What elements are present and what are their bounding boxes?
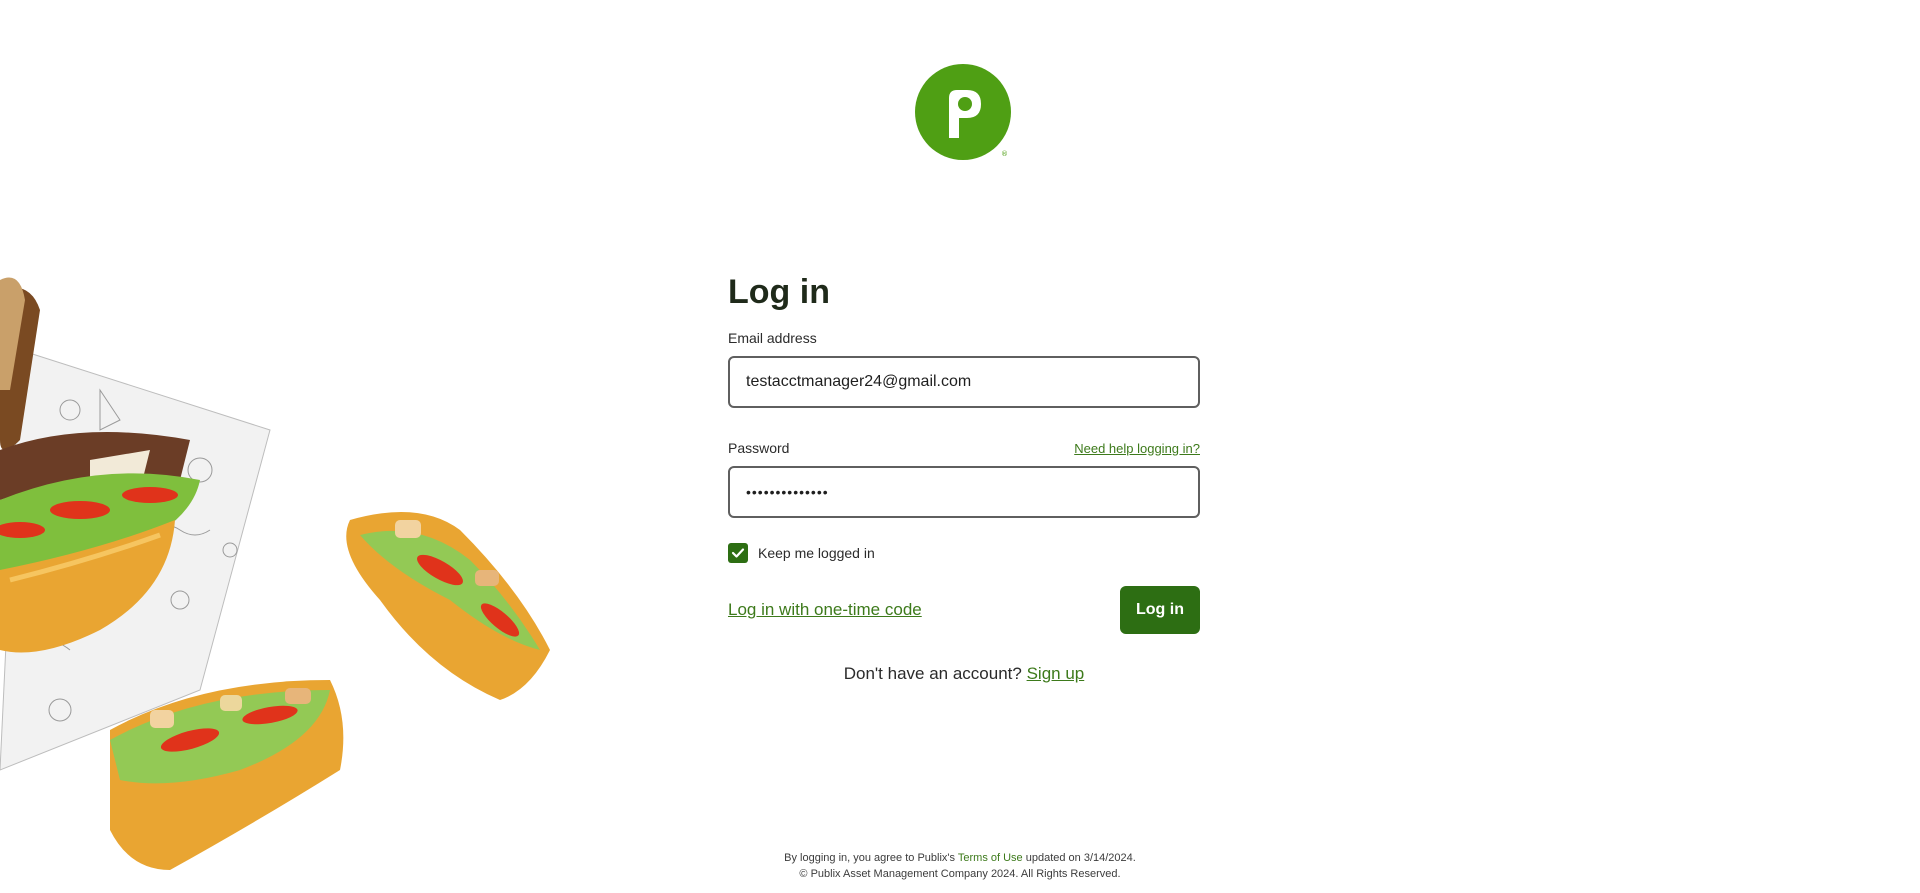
- password-label-row: Password Need help logging in?: [728, 438, 1200, 458]
- publix-logo-icon: ®: [915, 64, 1011, 160]
- email-label-row: Email address: [728, 328, 1200, 348]
- copyright-line: © Publix Asset Management Company 2024. …: [799, 868, 1121, 880]
- need-help-link[interactable]: Need help logging in?: [1074, 441, 1200, 456]
- signup-link[interactable]: Sign up: [1027, 664, 1085, 683]
- keep-logged-in-label: Keep me logged in: [758, 545, 875, 561]
- keep-logged-in-checkbox[interactable]: [728, 543, 748, 563]
- email-value: testacctmanager24@gmail.com: [746, 373, 972, 390]
- publix-logo[interactable]: ®: [915, 64, 1011, 160]
- page-title: Log in: [728, 273, 830, 311]
- terms-line: By logging in, you agree to Publix's Ter…: [0, 850, 1920, 866]
- password-field[interactable]: ••••••••••••••: [728, 466, 1200, 518]
- password-value: ••••••••••••••: [746, 484, 829, 500]
- login-form: Log in Email address testacctmanager24@g…: [728, 268, 1200, 684]
- form-actions: Log in with one-time code Log in: [728, 586, 1200, 634]
- signup-row: Don't have an account? Sign up: [728, 664, 1200, 684]
- legal-footer: By logging in, you agree to Publix's Ter…: [0, 850, 1920, 882]
- check-icon: [731, 548, 745, 558]
- sandwich-illustration: [0, 277, 550, 870]
- login-page: ® Log in Email address testacctmanager24…: [0, 0, 1920, 893]
- email-field[interactable]: testacctmanager24@gmail.com: [728, 356, 1200, 408]
- one-time-code-link[interactable]: Log in with one-time code: [728, 600, 922, 620]
- password-label: Password: [728, 440, 790, 456]
- terms-suffix: updated on 3/14/2024.: [1025, 852, 1136, 864]
- email-label: Email address: [728, 330, 817, 346]
- signup-prompt: Don't have an account?: [843, 664, 1022, 683]
- login-button[interactable]: Log in: [1120, 586, 1200, 634]
- svg-text:®: ®: [1001, 150, 1008, 158]
- terms-of-use-link[interactable]: Terms of Use: [958, 852, 1023, 864]
- terms-prefix: By logging in, you agree to Publix's: [784, 852, 956, 864]
- keep-logged-in-row: Keep me logged in: [728, 542, 1200, 564]
